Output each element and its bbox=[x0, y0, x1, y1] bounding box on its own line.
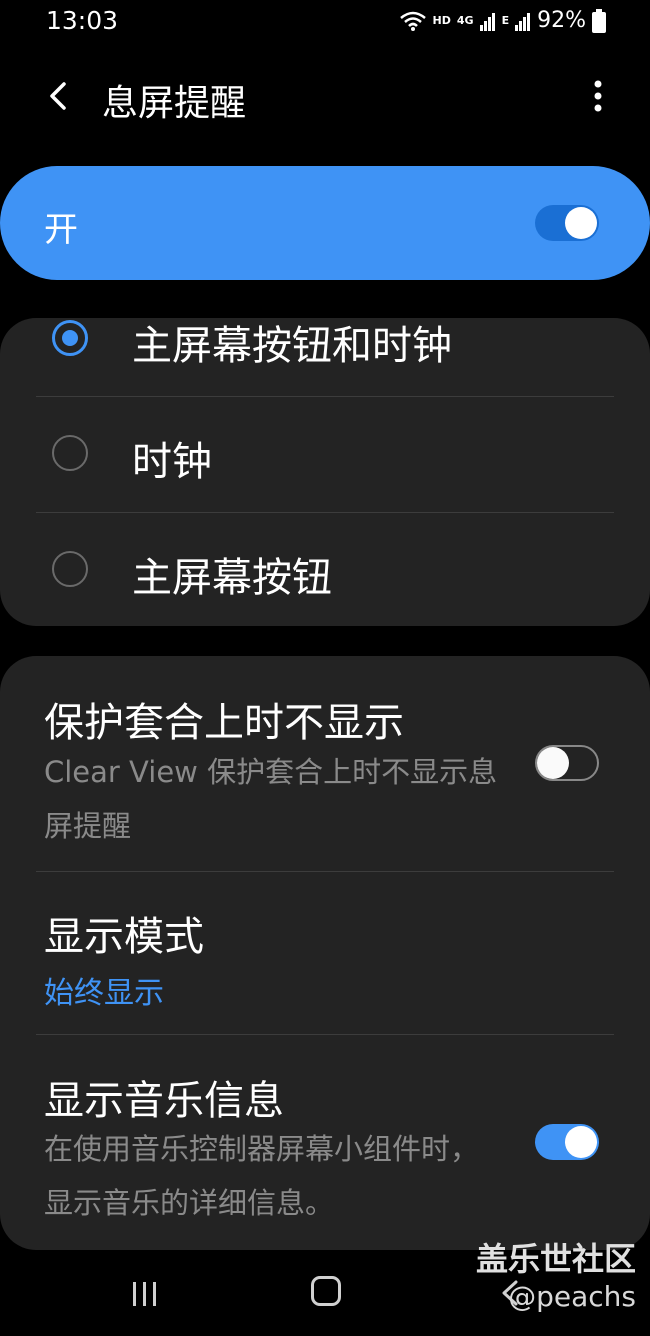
radio-option-label: 主屏幕按钮 bbox=[132, 555, 332, 601]
cover-switch[interactable] bbox=[535, 745, 599, 781]
divider bbox=[36, 512, 614, 513]
app-bar: 息屏提醒 bbox=[0, 44, 650, 148]
watermark-title: 盖乐世社区 bbox=[475, 1240, 636, 1278]
wifi-icon bbox=[399, 11, 426, 31]
4g-indicator: 4G bbox=[456, 14, 474, 27]
setting-subtitle: Clear View 保护套合上时不显示息屏提醒 bbox=[44, 755, 498, 843]
status-time: 13:03 bbox=[46, 6, 119, 35]
master-toggle-bar[interactable]: 开 bbox=[0, 166, 650, 280]
battery-percent: 92% bbox=[537, 8, 586, 33]
master-toggle-label: 开 bbox=[44, 210, 78, 250]
setting-title: 显示音乐信息 bbox=[44, 1078, 284, 1124]
more-options-icon[interactable] bbox=[586, 74, 610, 118]
setting-title: 显示模式 bbox=[44, 914, 204, 960]
radio-option-label: 主屏幕按钮和时钟 bbox=[132, 323, 452, 369]
divider bbox=[36, 1034, 614, 1035]
page-title: 息屏提醒 bbox=[102, 83, 247, 124]
radio-button[interactable] bbox=[52, 435, 88, 471]
radio-button-selected[interactable] bbox=[52, 320, 88, 356]
divider bbox=[36, 396, 614, 397]
radio-button[interactable] bbox=[52, 551, 88, 587]
master-switch[interactable] bbox=[535, 205, 599, 241]
navigation-bar: 盖乐世社区 @peachs bbox=[0, 1240, 650, 1336]
status-icons: HD 4G E 92% bbox=[399, 8, 606, 33]
setting-value: 始终显示 bbox=[44, 976, 164, 1011]
back-arrow-icon[interactable] bbox=[40, 76, 80, 116]
setting-title: 保护套合上时不显示 bbox=[44, 700, 404, 746]
e-indicator: E bbox=[501, 14, 510, 27]
hd-indicator: HD bbox=[432, 14, 451, 27]
settings-card: 保护套合上时不显示 Clear View 保护套合上时不显示息屏提醒 显示模式 … bbox=[0, 656, 650, 1250]
style-options-card: 主屏幕按钮和时钟 时钟 主屏幕按钮 bbox=[0, 318, 650, 626]
music-info-switch[interactable] bbox=[535, 1124, 599, 1160]
setting-subtitle: 在使用音乐控制器屏幕小组件时，显示音乐的详细信息。 bbox=[44, 1132, 480, 1220]
recent-apps-icon[interactable] bbox=[130, 1280, 160, 1308]
radio-option-label: 时钟 bbox=[132, 439, 212, 485]
home-icon[interactable] bbox=[311, 1276, 341, 1306]
status-bar: 13:03 HD 4G E 92% bbox=[0, 0, 650, 44]
battery-icon bbox=[592, 8, 606, 33]
divider bbox=[36, 871, 614, 872]
watermark-handle: @peachs bbox=[508, 1280, 636, 1313]
signal-icon bbox=[479, 12, 495, 31]
signal-icon-2 bbox=[515, 12, 531, 31]
